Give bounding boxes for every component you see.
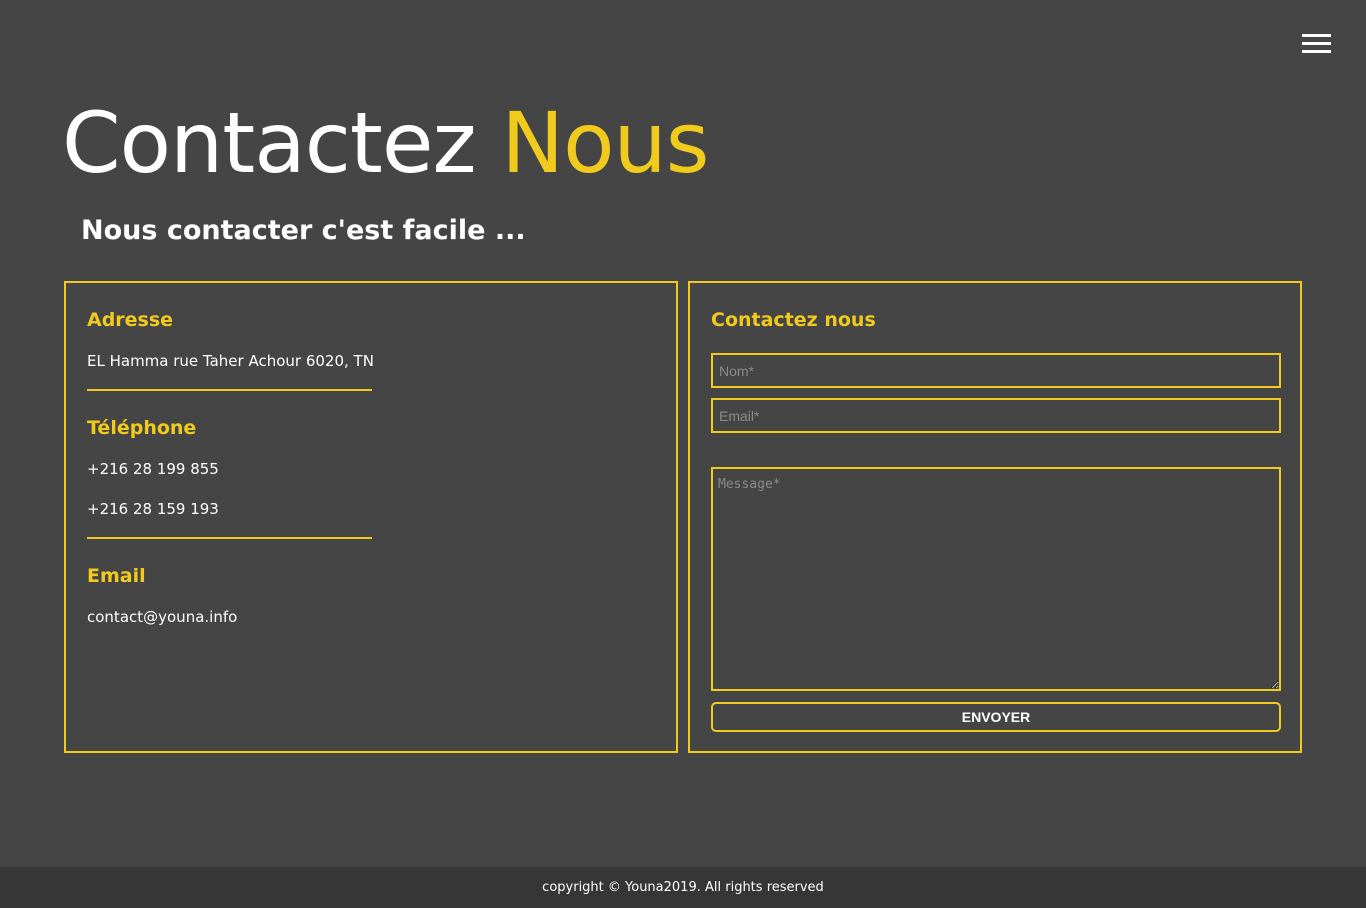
phone-number-2: +216 28 159 193 <box>87 500 219 518</box>
page-title-first-word: Contactez <box>62 94 477 192</box>
contact-page: Contactez Nous Nous contacter c'est faci… <box>0 0 1366 908</box>
divider <box>87 537 372 539</box>
contact-info-panel: Adresse EL Hamma rue Taher Achour 6020, … <box>64 281 678 753</box>
contact-form-panel: Contactez nous ENVOYER <box>688 281 1302 753</box>
email-input[interactable] <box>711 398 1281 433</box>
phone-heading: Téléphone <box>87 417 197 439</box>
menu-bar <box>1302 34 1331 37</box>
menu-bar <box>1302 50 1331 53</box>
name-input[interactable] <box>711 353 1281 388</box>
address-text: EL Hamma rue Taher Achour 6020, TN <box>87 352 374 370</box>
copyright-text: copyright © Youna2019. All rights reserv… <box>542 880 824 895</box>
divider <box>87 389 372 391</box>
phone-number-1: +216 28 199 855 <box>87 460 219 478</box>
page-title: Contactez Nous <box>62 88 710 198</box>
address-heading: Adresse <box>87 309 174 331</box>
hamburger-menu-icon[interactable] <box>1302 34 1332 56</box>
form-heading: Contactez nous <box>711 309 876 331</box>
message-textarea[interactable] <box>711 467 1281 691</box>
email-text: contact@youna.info <box>87 608 238 626</box>
menu-bar <box>1302 42 1331 45</box>
page-subtitle: Nous contacter c'est facile ... <box>81 215 526 246</box>
footer: copyright © Youna2019. All rights reserv… <box>0 867 1366 908</box>
page-title-accent-word: Nous <box>501 94 709 192</box>
email-heading: Email <box>87 565 146 587</box>
send-button[interactable]: ENVOYER <box>711 702 1281 732</box>
